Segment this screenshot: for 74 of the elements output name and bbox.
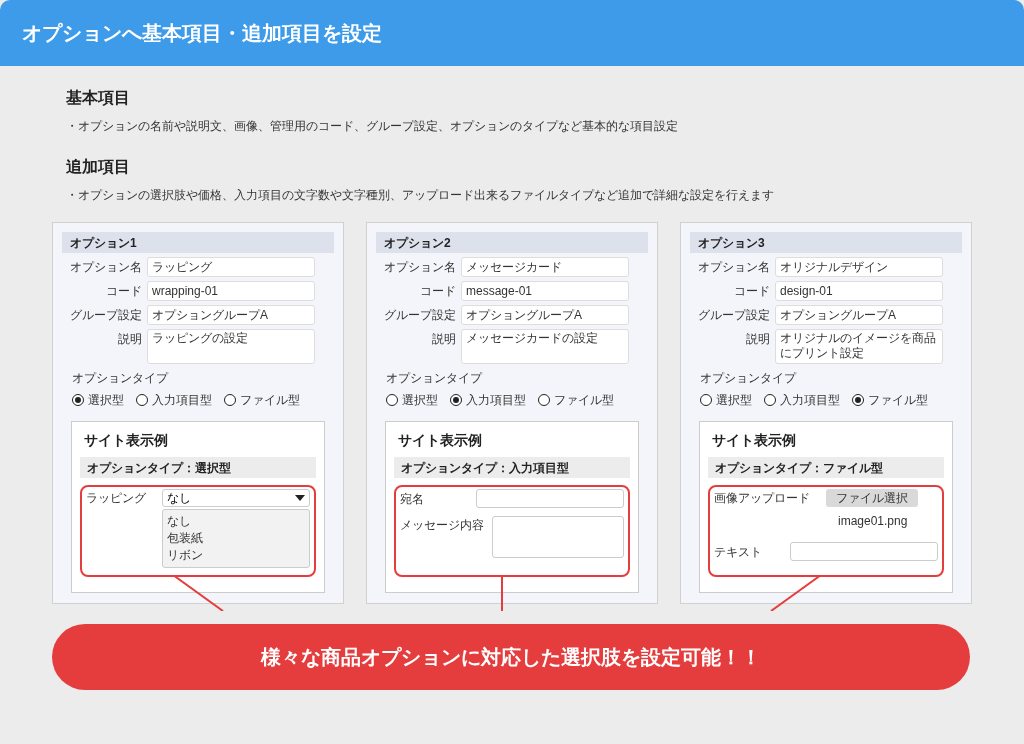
option-type-label: オプションタイプ bbox=[700, 370, 798, 387]
header-title: オプションへ基本項目・追加項目を設定 bbox=[22, 21, 382, 46]
field-label: テキスト bbox=[714, 543, 763, 561]
radio-option[interactable]: 選択型 bbox=[700, 391, 752, 409]
input-field[interactable]: message-01 bbox=[461, 281, 629, 301]
panel-title: オプション3 bbox=[690, 232, 962, 253]
option-type-label: オプションタイプ bbox=[386, 370, 484, 387]
radio-option[interactable]: 選択型 bbox=[72, 391, 124, 409]
callout-text: 様々な商品オプションに対応した選択肢を設定可能！！ bbox=[261, 645, 761, 670]
field-label: グループ設定 bbox=[69, 307, 142, 324]
field-label: オプション名 bbox=[383, 259, 456, 276]
option-type-label: オプションタイプ bbox=[72, 370, 170, 387]
field-label: グループ設定 bbox=[697, 307, 770, 324]
radio-button[interactable] bbox=[72, 394, 84, 406]
radio-button[interactable] bbox=[136, 394, 148, 406]
radio-option[interactable]: ファイル型 bbox=[224, 391, 300, 409]
input-field[interactable]: オプショングループA bbox=[147, 305, 315, 325]
radio-option[interactable]: 選択型 bbox=[386, 391, 438, 409]
preview-title: サイト表示例 bbox=[83, 431, 169, 450]
field-label: オプション名 bbox=[697, 259, 770, 276]
field-label: 宛名 bbox=[400, 490, 425, 508]
input-field[interactable] bbox=[476, 489, 624, 508]
input-field[interactable]: メッセージカード bbox=[461, 257, 629, 277]
section-description: ・オプションの名前や説明文、画像、管理用のコード、グループ設定、オプションのタイプなど基本的な項目設定 bbox=[66, 118, 679, 135]
input-field[interactable]: ラッピング bbox=[147, 257, 315, 277]
input-field[interactable]: オプショングループA bbox=[775, 305, 943, 325]
text-area[interactable]: ラッピングの設定 bbox=[147, 329, 315, 364]
section-heading: 追加項目 bbox=[66, 157, 131, 177]
preview-subtitle: オプションタイプ：選択型 bbox=[80, 457, 316, 478]
radio-option[interactable]: 入力項目型 bbox=[136, 391, 212, 409]
file-name: image01.png bbox=[838, 513, 909, 530]
radio-option[interactable]: ファイル型 bbox=[852, 391, 928, 409]
preview-subtitle: オプションタイプ：ファイル型 bbox=[708, 457, 944, 478]
preview-title: サイト表示例 bbox=[397, 431, 483, 450]
radio-button[interactable] bbox=[386, 394, 398, 406]
radio-button[interactable] bbox=[450, 394, 462, 406]
section-description: ・オプションの選択肢や価格、入力項目の文字数や文字種別、アップロード出来るファイルタイプなど追加で詳細な設定を行えます bbox=[66, 187, 775, 204]
input-field[interactable]: design-01 bbox=[775, 281, 943, 301]
radio-option[interactable]: 入力項目型 bbox=[764, 391, 840, 409]
radio-button[interactable] bbox=[852, 394, 864, 406]
radio-button[interactable] bbox=[538, 394, 550, 406]
field-label: 説明 bbox=[431, 331, 456, 348]
input-field[interactable] bbox=[790, 542, 938, 561]
dropdown-option[interactable]: 包装紙 bbox=[167, 530, 305, 547]
dropdown-option[interactable]: リボン bbox=[167, 547, 305, 564]
text-area[interactable]: オリジナルのイメージを商品にプリント設定 bbox=[775, 329, 943, 364]
field-label: 画像アップロード bbox=[714, 490, 811, 507]
dropdown-option[interactable]: なし bbox=[167, 513, 305, 530]
field-label: コード bbox=[419, 283, 456, 300]
input-field[interactable]: オリジナルデザイン bbox=[775, 257, 943, 277]
file-select-button[interactable]: ファイル選択 bbox=[826, 489, 918, 507]
field-label: グループ設定 bbox=[383, 307, 456, 324]
field-label: コード bbox=[733, 283, 770, 300]
section-heading: 基本項目 bbox=[66, 88, 131, 108]
radio-button[interactable] bbox=[700, 394, 712, 406]
input-field[interactable]: wrapping-01 bbox=[147, 281, 315, 301]
dropdown[interactable]: なし bbox=[162, 489, 310, 507]
panel-title: オプション1 bbox=[62, 232, 334, 253]
caret-icon bbox=[295, 495, 305, 501]
panel-title: オプション2 bbox=[376, 232, 648, 253]
radio-button[interactable] bbox=[224, 394, 236, 406]
radio-option[interactable]: ファイル型 bbox=[538, 391, 614, 409]
input-field[interactable]: オプショングループA bbox=[461, 305, 629, 325]
field-label: オプション名 bbox=[69, 259, 142, 276]
preview-title: サイト表示例 bbox=[711, 431, 797, 450]
preview-subtitle: オプションタイプ：入力項目型 bbox=[394, 457, 630, 478]
field-label: メッセージ内容 bbox=[400, 517, 485, 534]
radio-option[interactable]: 入力項目型 bbox=[450, 391, 526, 409]
field-label: 説明 bbox=[117, 331, 142, 348]
field-label: 説明 bbox=[745, 331, 770, 348]
field-label: コード bbox=[105, 283, 142, 300]
text-area[interactable]: メッセージカードの設定 bbox=[461, 329, 629, 364]
radio-button[interactable] bbox=[764, 394, 776, 406]
field-label: ラッピング bbox=[86, 490, 147, 507]
